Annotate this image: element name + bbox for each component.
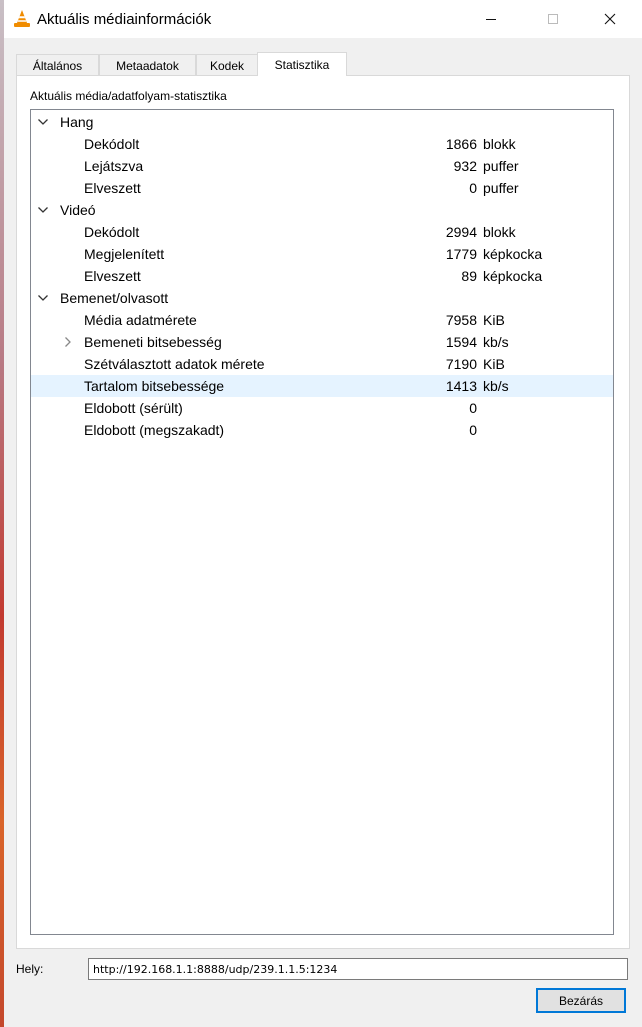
tree-row[interactable]: Dekódolt 1866 blokk	[31, 133, 613, 155]
stat-label: Szétválasztott adatok mérete	[84, 356, 265, 372]
chevron-down-icon[interactable]	[36, 111, 50, 133]
stat-unit: kb/s	[483, 378, 509, 394]
statistics-group-title: Aktuális média/adatfolyam-statisztika	[30, 89, 227, 103]
stat-label: Elveszett	[84, 268, 141, 284]
stat-label: Dekódolt	[84, 136, 140, 152]
statistics-tree[interactable]: Hang Dekódolt 1866 blokk Lejátszva 932 p…	[30, 109, 614, 935]
stat-value: 0	[469, 422, 477, 438]
stat-unit: blokk	[483, 136, 516, 152]
stat-label: Média adatmérete	[84, 312, 197, 328]
tab-metadata[interactable]: Metaadatok	[99, 54, 196, 76]
tab-general[interactable]: Általános	[16, 54, 99, 76]
location-label: Hely:	[16, 962, 44, 976]
stat-label: Tartalom bitsebessége	[84, 378, 225, 394]
tree-section-audio[interactable]: Hang	[31, 111, 613, 133]
tree-row[interactable]: Elveszett 89 képkocka	[31, 265, 613, 287]
stat-value: 1866	[445, 136, 477, 152]
minimize-icon[interactable]	[468, 0, 514, 38]
location-field[interactable]	[88, 958, 628, 980]
stat-label: Eldobott (megszakadt)	[84, 422, 225, 438]
tree-row-selected[interactable]: Tartalom bitsebessége 1413 kb/s	[31, 375, 613, 397]
stat-unit: képkocka	[483, 268, 543, 284]
tree-row[interactable]: Lejátszva 932 puffer	[31, 155, 613, 177]
stat-value: 1413	[445, 378, 477, 394]
stat-value: 1594	[445, 334, 477, 350]
statistics-panel: Aktuális média/adatfolyam-statisztika Ha…	[16, 75, 630, 949]
window-title: Aktuális médiainformációk	[37, 11, 212, 28]
media-info-dialog: Aktuális médiainformációk Általános Meta…	[4, 0, 642, 1027]
stat-value: 7190	[445, 356, 477, 372]
stat-label: Megjelenített	[84, 246, 165, 262]
stat-unit: KiB	[483, 312, 505, 328]
tree-row[interactable]: Szétválasztott adatok mérete 7190 KiB	[31, 353, 613, 375]
stat-value: 89	[461, 268, 477, 284]
stat-value: 0	[469, 400, 477, 416]
stat-label: Eldobott (sérült)	[84, 400, 183, 416]
stat-value: 932	[453, 158, 477, 174]
tree-row[interactable]: Megjelenített 1779 képkocka	[31, 243, 613, 265]
tree-section-label: Hang	[60, 114, 94, 130]
tree-row[interactable]: Eldobott (megszakadt) 0	[31, 419, 613, 441]
tree-section-label: Videó	[60, 202, 96, 218]
stat-value: 2994	[445, 224, 477, 240]
stat-unit: KiB	[483, 356, 505, 372]
tree-section-input[interactable]: Bemenet/olvasott	[31, 287, 613, 309]
chevron-right-icon[interactable]	[61, 331, 75, 353]
stat-label: Bemeneti bitsebesség	[84, 334, 222, 350]
tree-row[interactable]: Eldobott (sérült) 0	[31, 397, 613, 419]
tab-codec[interactable]: Kodek	[196, 54, 258, 76]
close-button[interactable]: Bezárás	[536, 988, 626, 1013]
title-bar[interactable]: Aktuális médiainformációk	[4, 0, 642, 38]
tab-statistics[interactable]: Statisztika	[257, 52, 347, 76]
tree-row[interactable]: Bemeneti bitsebesség 1594 kb/s	[31, 331, 613, 353]
stat-unit: puffer	[483, 158, 519, 174]
vlc-cone-icon	[13, 9, 31, 29]
stat-label: Dekódolt	[84, 224, 140, 240]
stat-value: 1779	[445, 246, 477, 262]
stat-label: Lejátszva	[84, 158, 144, 174]
stat-label: Elveszett	[84, 180, 141, 196]
stat-unit: kb/s	[483, 334, 509, 350]
tree-section-label: Bemenet/olvasott	[60, 290, 169, 306]
tree-section-video[interactable]: Videó	[31, 199, 613, 221]
stat-value: 7958	[445, 312, 477, 328]
tree-row[interactable]: Média adatmérete 7958 KiB	[31, 309, 613, 331]
close-icon[interactable]	[587, 0, 633, 38]
stat-unit: puffer	[483, 180, 519, 196]
maximize-icon[interactable]	[530, 0, 576, 38]
chevron-down-icon[interactable]	[36, 199, 50, 221]
stat-unit: képkocka	[483, 246, 543, 262]
tree-row[interactable]: Elveszett 0 puffer	[31, 177, 613, 199]
chevron-down-icon[interactable]	[36, 287, 50, 309]
tree-row[interactable]: Dekódolt 2994 blokk	[31, 221, 613, 243]
stat-value: 0	[469, 180, 477, 196]
stat-unit: blokk	[483, 224, 516, 240]
